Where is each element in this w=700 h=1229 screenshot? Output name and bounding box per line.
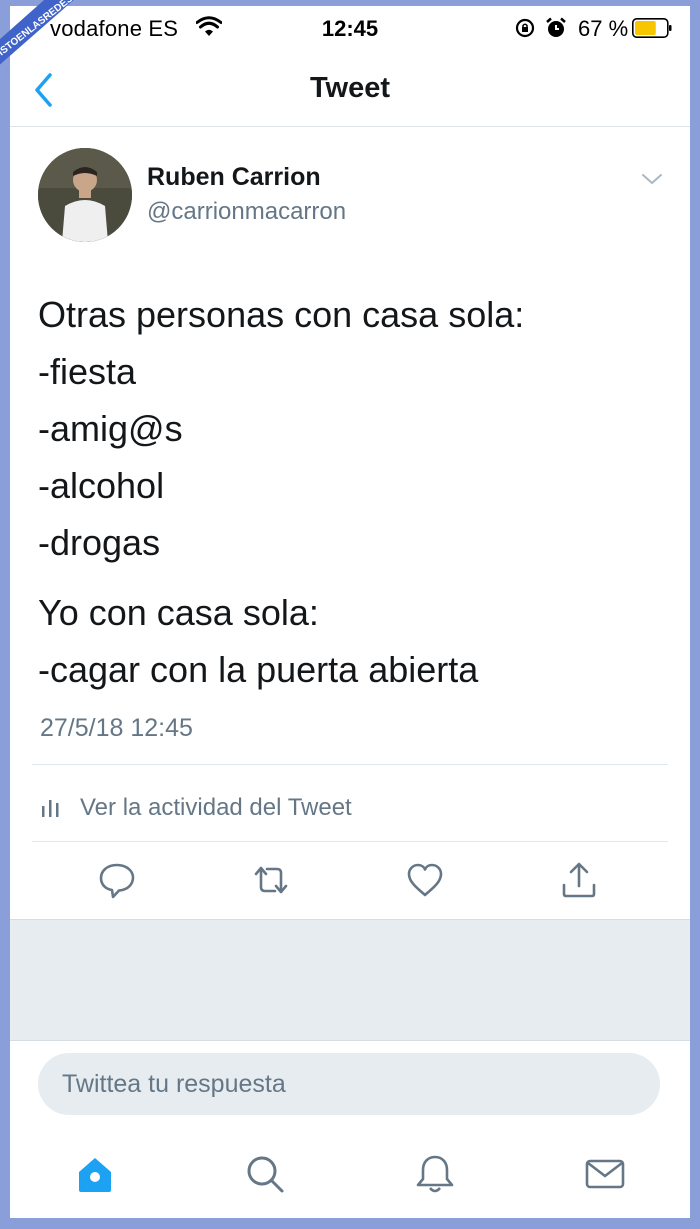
tweet-text: Otras personas con casa sola: -fiesta -a…	[38, 286, 678, 698]
reply-placeholder: Twittea tu respuesta	[62, 1070, 286, 1098]
activity-label: Ver la actividad del Tweet	[80, 794, 352, 821]
tweet-line: -fiesta	[38, 351, 137, 392]
battery-percent: 67 %	[578, 16, 629, 41]
retweet-icon[interactable]	[251, 860, 291, 900]
chevron-down-icon[interactable]	[640, 171, 664, 187]
like-icon[interactable]	[405, 860, 445, 900]
notifications-icon[interactable]	[413, 1152, 457, 1196]
search-icon[interactable]	[243, 1152, 287, 1196]
tweet-line: -amig@s	[38, 408, 183, 449]
tweet-line: -alcohol	[38, 465, 165, 506]
tweet-line: -cagar con la puerta abierta	[38, 649, 479, 690]
alarm-icon	[546, 17, 566, 37]
avatar-photo	[38, 148, 132, 242]
share-icon[interactable]	[559, 860, 599, 900]
tweet-actions	[10, 856, 690, 916]
battery-icon	[632, 18, 672, 38]
bar-chart-icon	[42, 800, 59, 817]
tweet-activity-link[interactable]: Ver la actividad del Tweet	[40, 788, 352, 828]
divider	[32, 764, 668, 765]
tweet-timestamp: 27/5/18 12:45	[40, 714, 193, 742]
empty-replies-area	[10, 919, 690, 1041]
messages-icon[interactable]	[583, 1152, 627, 1196]
rotation-lock-icon	[515, 18, 535, 38]
watermark-logo: VISTOENLASREDES .com	[0, 0, 75, 65]
status-bar: vodafone ES 12:45 67 %	[10, 6, 690, 50]
divider	[32, 841, 668, 842]
tweet-line: Yo con casa sola:	[38, 592, 319, 633]
app-screen: vodafone ES 12:45 67 % Tweet Ruben Carri…	[10, 6, 690, 1218]
nav-bar: Tweet	[10, 50, 690, 127]
reply-icon[interactable]	[97, 860, 137, 900]
reply-input[interactable]: Twittea tu respuesta	[38, 1053, 660, 1115]
tweet-line: Otras personas con casa sola:	[38, 294, 525, 335]
author-handle[interactable]: @carrionmacarron	[147, 198, 346, 226]
tweet-line: -drogas	[38, 522, 161, 563]
page-title: Tweet	[309, 72, 391, 104]
home-icon[interactable]	[73, 1152, 117, 1196]
tab-bar	[10, 1136, 690, 1216]
avatar[interactable]	[38, 148, 132, 242]
author-name[interactable]: Ruben Carrion	[147, 163, 321, 192]
